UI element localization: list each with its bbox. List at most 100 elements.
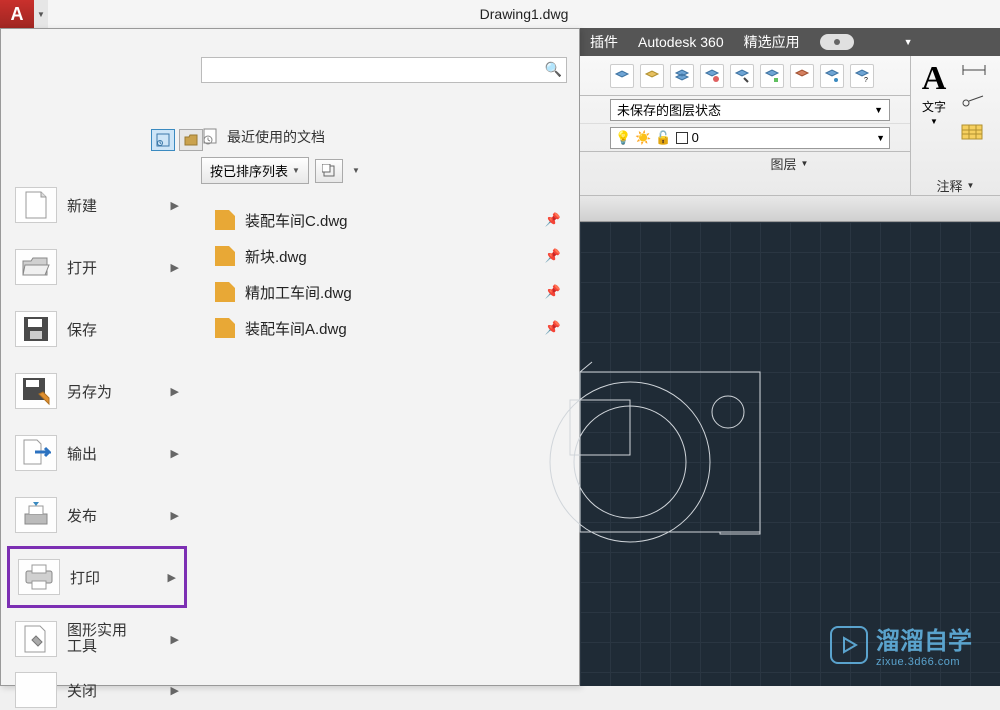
menu-open[interactable]: 打开 ▶ (7, 236, 187, 298)
help-badge[interactable] (820, 34, 854, 50)
chevron-right-icon: ▶ (171, 447, 179, 460)
app-icon[interactable]: A (0, 0, 34, 28)
title-bar: Drawing1.dwg (48, 0, 1000, 28)
menu-plugins[interactable]: 插件 (590, 32, 618, 52)
app-menu-toggle[interactable]: ▼ (34, 0, 48, 28)
close-icon (15, 672, 57, 708)
publish-icon (15, 497, 57, 533)
recent-file-item[interactable]: 新块.dwg 📌 (201, 238, 567, 274)
menu-new-label: 新建 (67, 195, 97, 216)
menubar-dropdown-arrow[interactable]: ▼ (904, 37, 913, 47)
dimension-tool[interactable] (961, 62, 987, 83)
chevron-right-icon: ▶ (171, 385, 179, 398)
annotation-panel-label[interactable]: 注释 ▼ (911, 174, 1000, 196)
recent-title: 最近使用的文档 (227, 127, 325, 147)
layer-state-dropdown[interactable]: 未保存的图层状态 ▼ (610, 99, 890, 121)
app-icon-letter: A (11, 4, 24, 25)
open-docs-view-icon[interactable] (179, 129, 203, 151)
pin-icon[interactable]: 📌 (545, 320, 561, 336)
recent-file-item[interactable]: 精加工车间.dwg 📌 (201, 274, 567, 310)
menu-saveas-label: 另存为 (67, 381, 112, 402)
chevron-down-icon: ▼ (874, 105, 883, 115)
current-layer-dropdown[interactable]: 💡 ☀️ 🔓 0 ▼ (610, 127, 890, 149)
layer-tool-button[interactable] (730, 64, 754, 88)
menu-saveas[interactable]: 另存为 ▶ (7, 360, 187, 422)
recent-panel: 最近使用的文档 按已排序列表 ▼ ▼ 装配车间C.dwg 📌 新块.dwg (201, 127, 567, 346)
layer-name: 0 (692, 130, 699, 145)
export-icon (15, 435, 57, 471)
annotation-panel: A 文字 ▼ 注释 ▼ (910, 56, 1000, 196)
layer-tool-button[interactable] (700, 64, 724, 88)
layer-tool-button[interactable] (790, 64, 814, 88)
layer-tool-button[interactable] (760, 64, 784, 88)
sort-dropdown[interactable]: 按已排序列表 ▼ (201, 157, 309, 184)
chevron-down-icon: ▼ (292, 166, 300, 175)
menu-close-label: 关闭 (67, 680, 97, 701)
table-tool[interactable] (961, 124, 987, 145)
layer-tool-button[interactable]: ? (850, 64, 874, 88)
layer-tool-button[interactable] (640, 64, 664, 88)
saveas-icon (15, 373, 57, 409)
print-icon (18, 559, 60, 595)
recent-file-item[interactable]: 装配车间A.dwg 📌 (201, 310, 567, 346)
layer-tool-button[interactable] (610, 64, 634, 88)
layer-tool-button[interactable] (670, 64, 694, 88)
dwg-file-icon (215, 282, 235, 302)
layer-color-swatch (676, 132, 688, 144)
menu-new[interactable]: 新建 ▶ (7, 174, 187, 236)
chevron-right-icon: ▶ (171, 633, 179, 646)
search-input[interactable] (201, 57, 567, 83)
recent-file-item[interactable]: 装配车间C.dwg 📌 (201, 202, 567, 238)
bulb-icon: 💡 (615, 130, 631, 146)
menu-autodesk360[interactable]: Autodesk 360 (638, 34, 724, 50)
menu-featured[interactable]: 精选应用 (744, 32, 800, 52)
chevron-right-icon: ▶ (171, 261, 179, 274)
menu-drawing-utilities[interactable]: 图形实用 工具 ▶ (7, 608, 187, 670)
watermark-url: zixue.3d66.com (876, 656, 972, 668)
menu-print[interactable]: 打印 ▶ (7, 546, 187, 608)
dwg-file-icon (215, 210, 235, 230)
watermark-play-icon (830, 626, 868, 664)
watermark: 溜溜自学 zixue.3d66.com (830, 621, 972, 668)
menu-utilities-label: 图形实用 工具 (67, 623, 127, 656)
chevron-right-icon: ▶ (171, 199, 179, 212)
chevron-down-icon: ▼ (967, 181, 975, 190)
menu-close[interactable]: 关闭 ▶ (7, 670, 187, 710)
menu-export-label: 输出 (67, 443, 97, 464)
menu-save[interactable]: 保存 (7, 298, 187, 360)
dwg-file-icon (215, 318, 235, 338)
text-tool[interactable]: A 文字 ▼ (911, 56, 957, 152)
chevron-right-icon: ▶ (171, 509, 179, 522)
menu-publish[interactable]: 发布 ▶ (7, 484, 187, 546)
recent-view-icon[interactable] (151, 129, 175, 151)
quick-access-toolstrip (580, 196, 1000, 222)
app-menu-items: 新建 ▶ 打开 ▶ 保存 另存为 ▶ 输出 ▶ 发布 ▶ 打印 (7, 174, 187, 710)
view-mode-arrow[interactable]: ▼ (349, 159, 363, 183)
file-name: 新块.dwg (245, 246, 307, 267)
sort-label: 按已排序列表 (210, 161, 288, 180)
watermark-text: 溜溜自学 (876, 621, 972, 656)
recent-header: 最近使用的文档 (201, 127, 567, 147)
recent-file-list: 装配车间C.dwg 📌 新块.dwg 📌 精加工车间.dwg 📌 装配车间A.d… (201, 202, 567, 346)
clock-icon (201, 128, 221, 146)
chevron-right-icon: ▶ (168, 571, 176, 584)
chevron-down-icon: ▼ (352, 166, 360, 175)
leader-tool[interactable] (961, 93, 987, 114)
drawing-shapes (580, 362, 840, 587)
file-name: 装配车间A.dwg (245, 318, 347, 339)
menu-export[interactable]: 输出 ▶ (7, 422, 187, 484)
pin-icon[interactable]: 📌 (545, 248, 561, 264)
layer-tool-button[interactable] (820, 64, 844, 88)
text-label: 文字 (922, 98, 946, 115)
pin-icon[interactable]: 📌 (545, 212, 561, 228)
view-mode-button[interactable] (315, 159, 343, 183)
pin-icon[interactable]: 📌 (545, 284, 561, 300)
utilities-icon (15, 621, 57, 657)
sun-icon: ☀️ (635, 130, 651, 146)
new-icon (15, 187, 57, 223)
chevron-down-icon: ▼ (876, 133, 885, 143)
chevron-down-icon: ▼ (930, 117, 938, 126)
menu-publish-label: 发布 (67, 505, 97, 526)
application-menu: 新建 ▶ 打开 ▶ 保存 另存为 ▶ 输出 ▶ 发布 ▶ 打印 (0, 28, 580, 686)
drawing-canvas[interactable]: 溜溜自学 zixue.3d66.com (580, 222, 1000, 686)
